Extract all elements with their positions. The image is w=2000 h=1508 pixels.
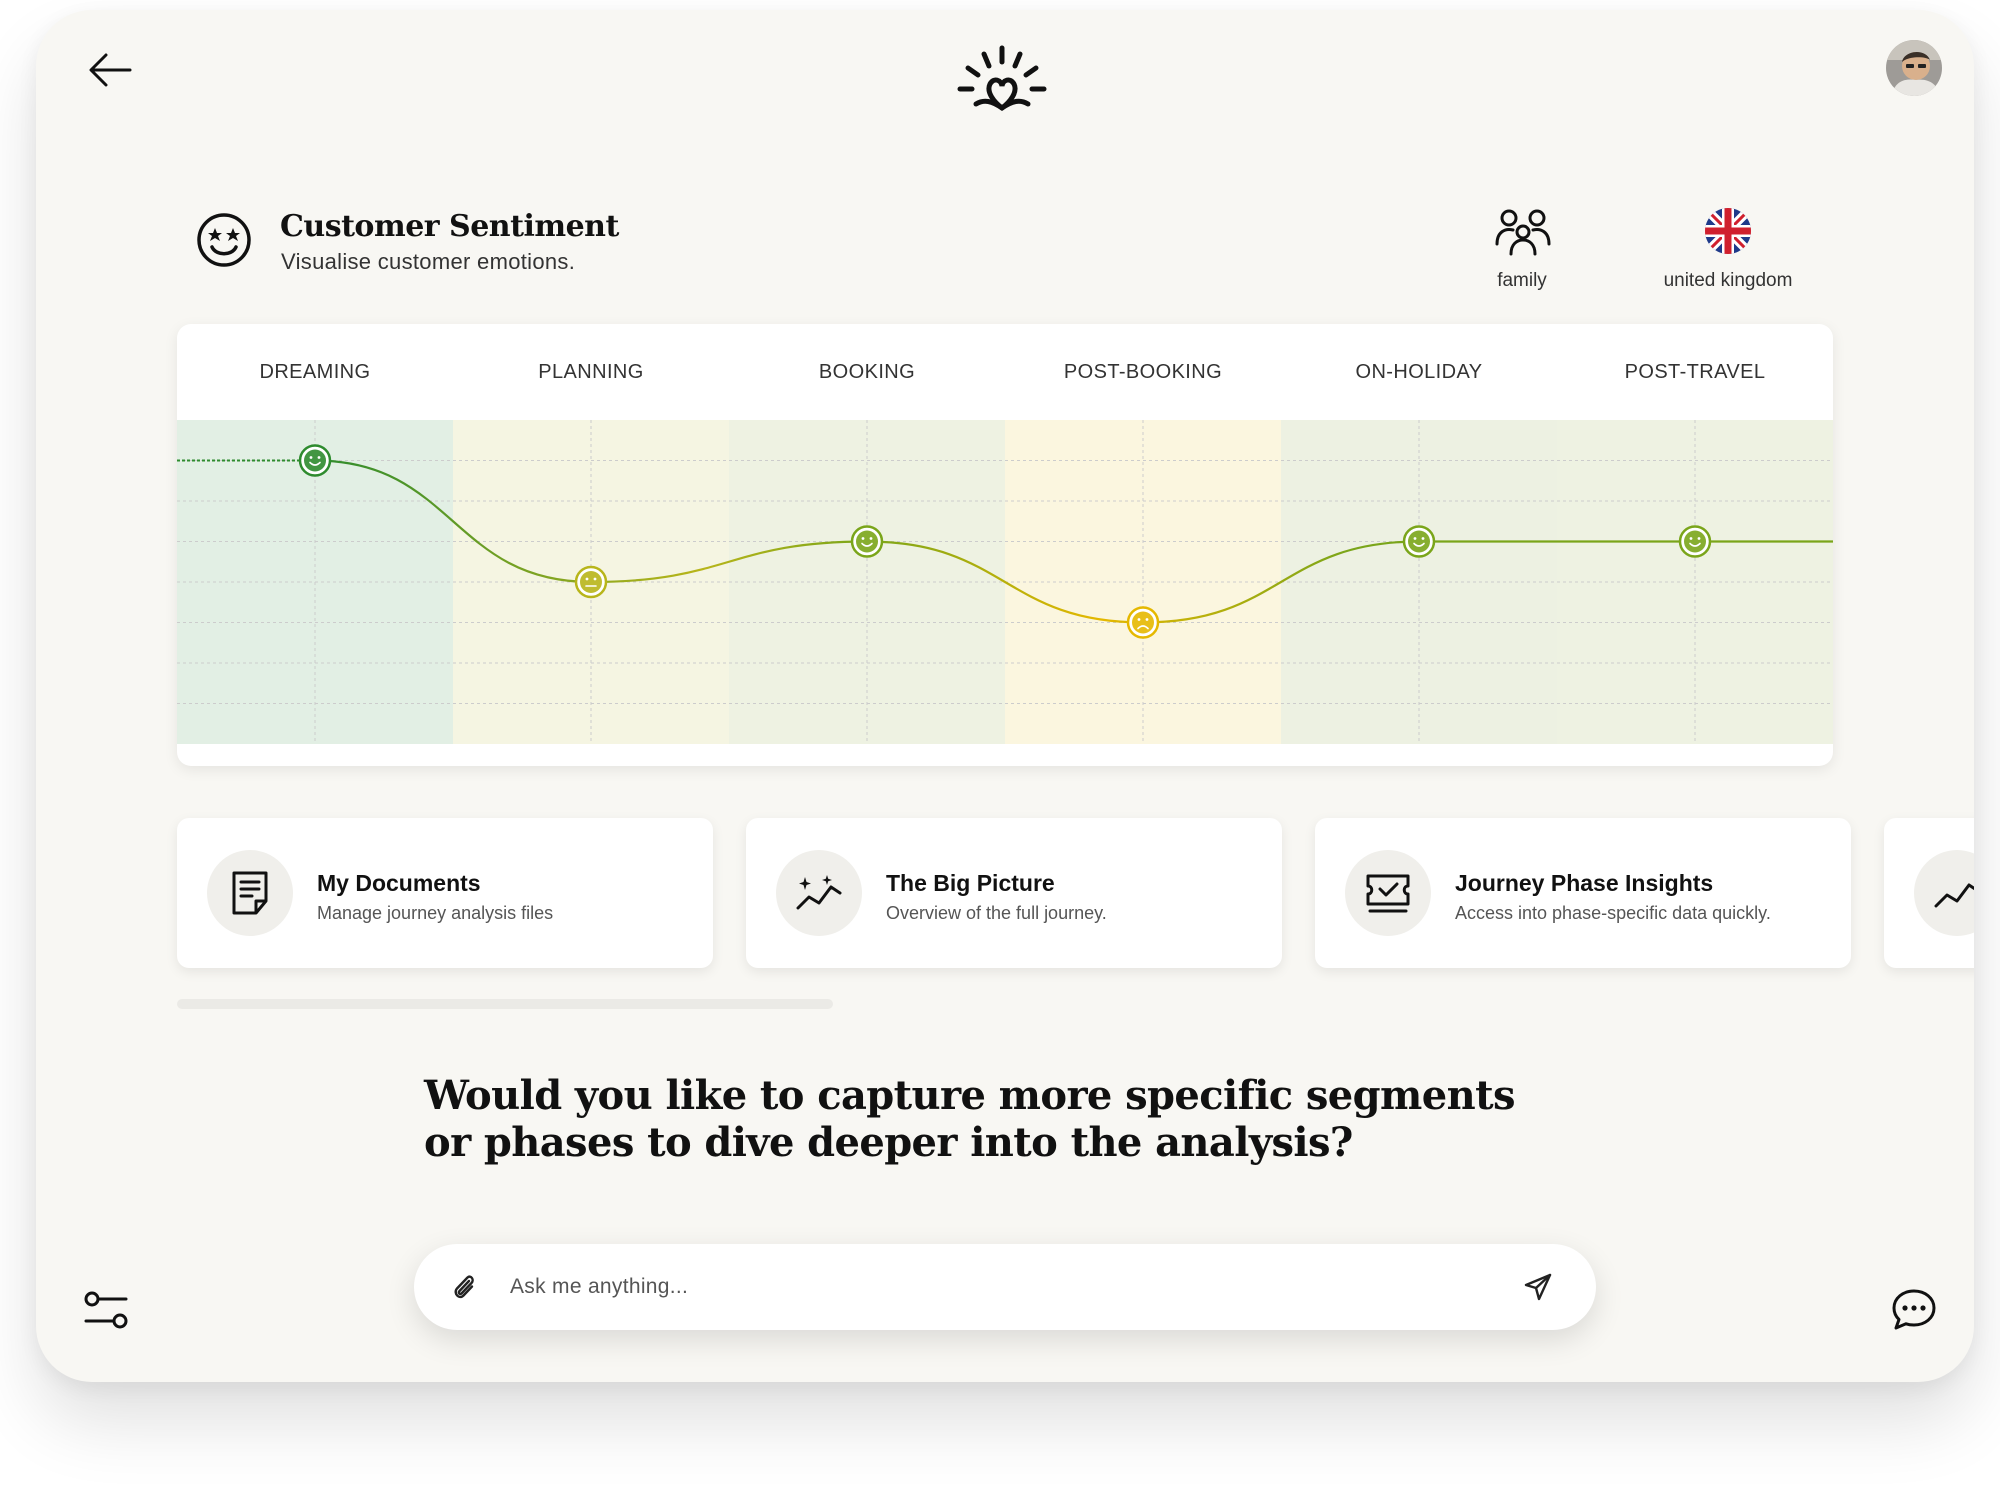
user-avatar [1886, 40, 1942, 96]
chat-button[interactable] [1884, 1280, 1944, 1340]
face-eye [1137, 618, 1141, 621]
sentiment-face [1684, 530, 1706, 553]
sentiment-face [1132, 611, 1154, 634]
family-icon [1495, 209, 1551, 256]
sentiment-chart [177, 420, 1833, 744]
tile-title: My Documents [317, 870, 481, 896]
tile-big-picture[interactable]: The Big Picture Overview of the full jou… [746, 818, 1282, 968]
tile-icon-wrap [1345, 850, 1431, 936]
section-subtitle: Visualise customer emotions. [281, 249, 576, 274]
face-eye [317, 456, 321, 459]
face-eye [309, 456, 313, 459]
document-icon [232, 871, 268, 915]
tile-my-documents[interactable]: My Documents Manage journey analysis fil… [177, 818, 713, 968]
face-eye [861, 537, 865, 540]
tile-journey-phase-insights[interactable]: Journey Phase Insights Access into phase… [1315, 818, 1851, 968]
phase-booking[interactable]: BOOKING [729, 324, 1005, 420]
face-eye [585, 577, 589, 581]
chat-bubble-icon [1892, 1289, 1936, 1330]
section-title: Customer Sentiment [280, 209, 619, 244]
face-eye [1689, 537, 1693, 540]
face-eye [1697, 537, 1701, 540]
app-window: Customer Sentiment Visualise customer em… [36, 10, 1974, 1382]
attach-button[interactable] [444, 1267, 484, 1307]
settings-button[interactable] [76, 1280, 136, 1340]
sentiment-face [304, 449, 326, 472]
phase-on-holiday[interactable]: ON-HOLIDAY [1281, 324, 1557, 420]
tile-desc: Manage journey analysis files [317, 903, 554, 923]
tile-desc: Overview of the full journey. [886, 903, 1107, 923]
prompt-question: Would you like to capture more specific … [424, 1072, 1515, 1166]
chat-input[interactable] [510, 1264, 1470, 1310]
tile-icon-wrap [776, 850, 862, 936]
phase-planning[interactable]: PLANNING [453, 324, 729, 420]
send-icon [1524, 1273, 1552, 1301]
tile-title: The Big Picture [886, 870, 1055, 896]
app-logo[interactable] [954, 44, 1050, 124]
sentiment-face [1408, 530, 1430, 553]
filter-country-label: united kingdom [1663, 270, 1793, 291]
uk-flag-icon [1705, 208, 1751, 254]
phase-post-travel[interactable]: POST-TRAVEL [1557, 324, 1833, 420]
filter-country[interactable]: united kingdom [1658, 208, 1798, 308]
sun-heart-logo [957, 45, 1047, 112]
face-eye [1145, 618, 1149, 621]
tiles-scrollbar[interactable] [177, 999, 833, 1009]
face-eye [593, 577, 597, 581]
tile-icon-wrap [1914, 850, 1974, 936]
phase-post-booking[interactable]: POST-BOOKING [1005, 324, 1281, 420]
arrow-left-icon [89, 53, 132, 87]
phase-labels: DREAMING PLANNING BOOKING POST-BOOKING O… [177, 324, 1833, 420]
sliders-icon [84, 1291, 128, 1329]
face-eye [869, 537, 873, 540]
tile-icon-wrap [207, 850, 293, 936]
tile-title: Journey Phase Insights [1455, 870, 1714, 896]
face-eye [1413, 537, 1417, 540]
paperclip-icon [454, 1275, 474, 1299]
filter-family[interactable]: family [1472, 208, 1572, 308]
ticket-check-icon [1366, 874, 1410, 913]
trend-icon [1934, 883, 1974, 908]
back-button[interactable] [76, 40, 144, 100]
face-eye [1421, 537, 1425, 540]
chat-bar [414, 1244, 1596, 1330]
sentiment-icon [196, 212, 252, 268]
avatar[interactable] [1886, 40, 1942, 96]
sentiment-chart-card: DREAMING PLANNING BOOKING POST-BOOKING O… [177, 324, 1833, 766]
sentiment-face [856, 530, 878, 553]
send-button[interactable] [1518, 1267, 1558, 1307]
tile-partial[interactable] [1884, 818, 1974, 968]
star-eyes-smiley-icon [197, 213, 251, 267]
sentiment-face [580, 571, 602, 593]
sparkle-chart-icon [796, 875, 842, 910]
phase-dreaming[interactable]: DREAMING [177, 324, 453, 420]
filter-family-label: family [1497, 270, 1547, 291]
tile-desc: Access into phase-specific data quickly. [1455, 903, 1771, 923]
